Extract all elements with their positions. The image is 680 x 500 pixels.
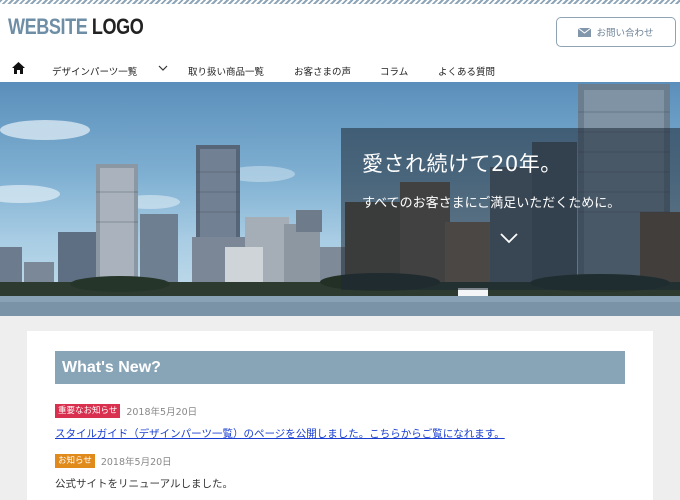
site-logo[interactable]: WEBSITE LOGO [8, 14, 144, 40]
contact-button[interactable]: お問い合わせ [556, 17, 676, 47]
hero-headline: 愛され続けて20年。 [362, 152, 562, 176]
logo-website: WEBSITE [8, 14, 88, 39]
news-item-meta: 重要なお知らせ 2018年5月20日 [55, 404, 197, 418]
chevron-down-icon[interactable] [499, 232, 519, 244]
hero-banner: 愛され続けて20年。 すべてのお客さまにご満足いただくために。 [0, 82, 680, 316]
whats-new-heading: What's New? [55, 351, 625, 384]
contact-button-label: お問い合わせ [596, 28, 654, 39]
hero-catchphrase-panel: 愛され続けて20年。 すべてのお客さまにご満足いただくために。 [341, 128, 680, 290]
main-content: What's New? 重要なお知らせ 2018年5月20日 スタイルガイド（デ… [27, 331, 653, 500]
global-nav: デザインパーツ一覧 取り扱い商品一覧 お客さまの声 コラム よくある質問 [0, 56, 680, 84]
home-icon[interactable] [12, 62, 25, 74]
news-item-link[interactable]: スタイルガイド（デザインパーツ一覧）のページを公開しました。こちらからご覧になれ… [55, 426, 505, 441]
news-item-meta: お知らせ 2018年5月20日 [55, 454, 172, 468]
nav-item-products[interactable]: 取り扱い商品一覧 [188, 64, 264, 78]
nav-item-design-parts[interactable]: デザインパーツ一覧 [52, 64, 137, 78]
news-date: 2018年5月20日 [100, 457, 172, 468]
chevron-down-icon[interactable] [158, 65, 168, 72]
news-item-text: 公式サイトをリニューアルしました。 [55, 478, 233, 490]
site-header: WEBSITE LOGO お問い合わせ デザインパーツ一覧 取り扱い商品一覧 お… [0, 4, 680, 82]
news-date: 2018年5月20日 [126, 407, 198, 418]
nav-item-column[interactable]: コラム [380, 64, 408, 78]
important-badge: 重要なお知らせ [55, 404, 121, 418]
nav-item-faq[interactable]: よくある質問 [438, 64, 495, 78]
logo-logo: LOGO [91, 14, 144, 39]
mail-icon [578, 27, 592, 37]
hero-subline: すべてのお客さまにご満足いただくために。 [362, 196, 621, 211]
notice-badge: お知らせ [55, 454, 95, 468]
nav-item-voices[interactable]: お客さまの声 [294, 64, 351, 78]
